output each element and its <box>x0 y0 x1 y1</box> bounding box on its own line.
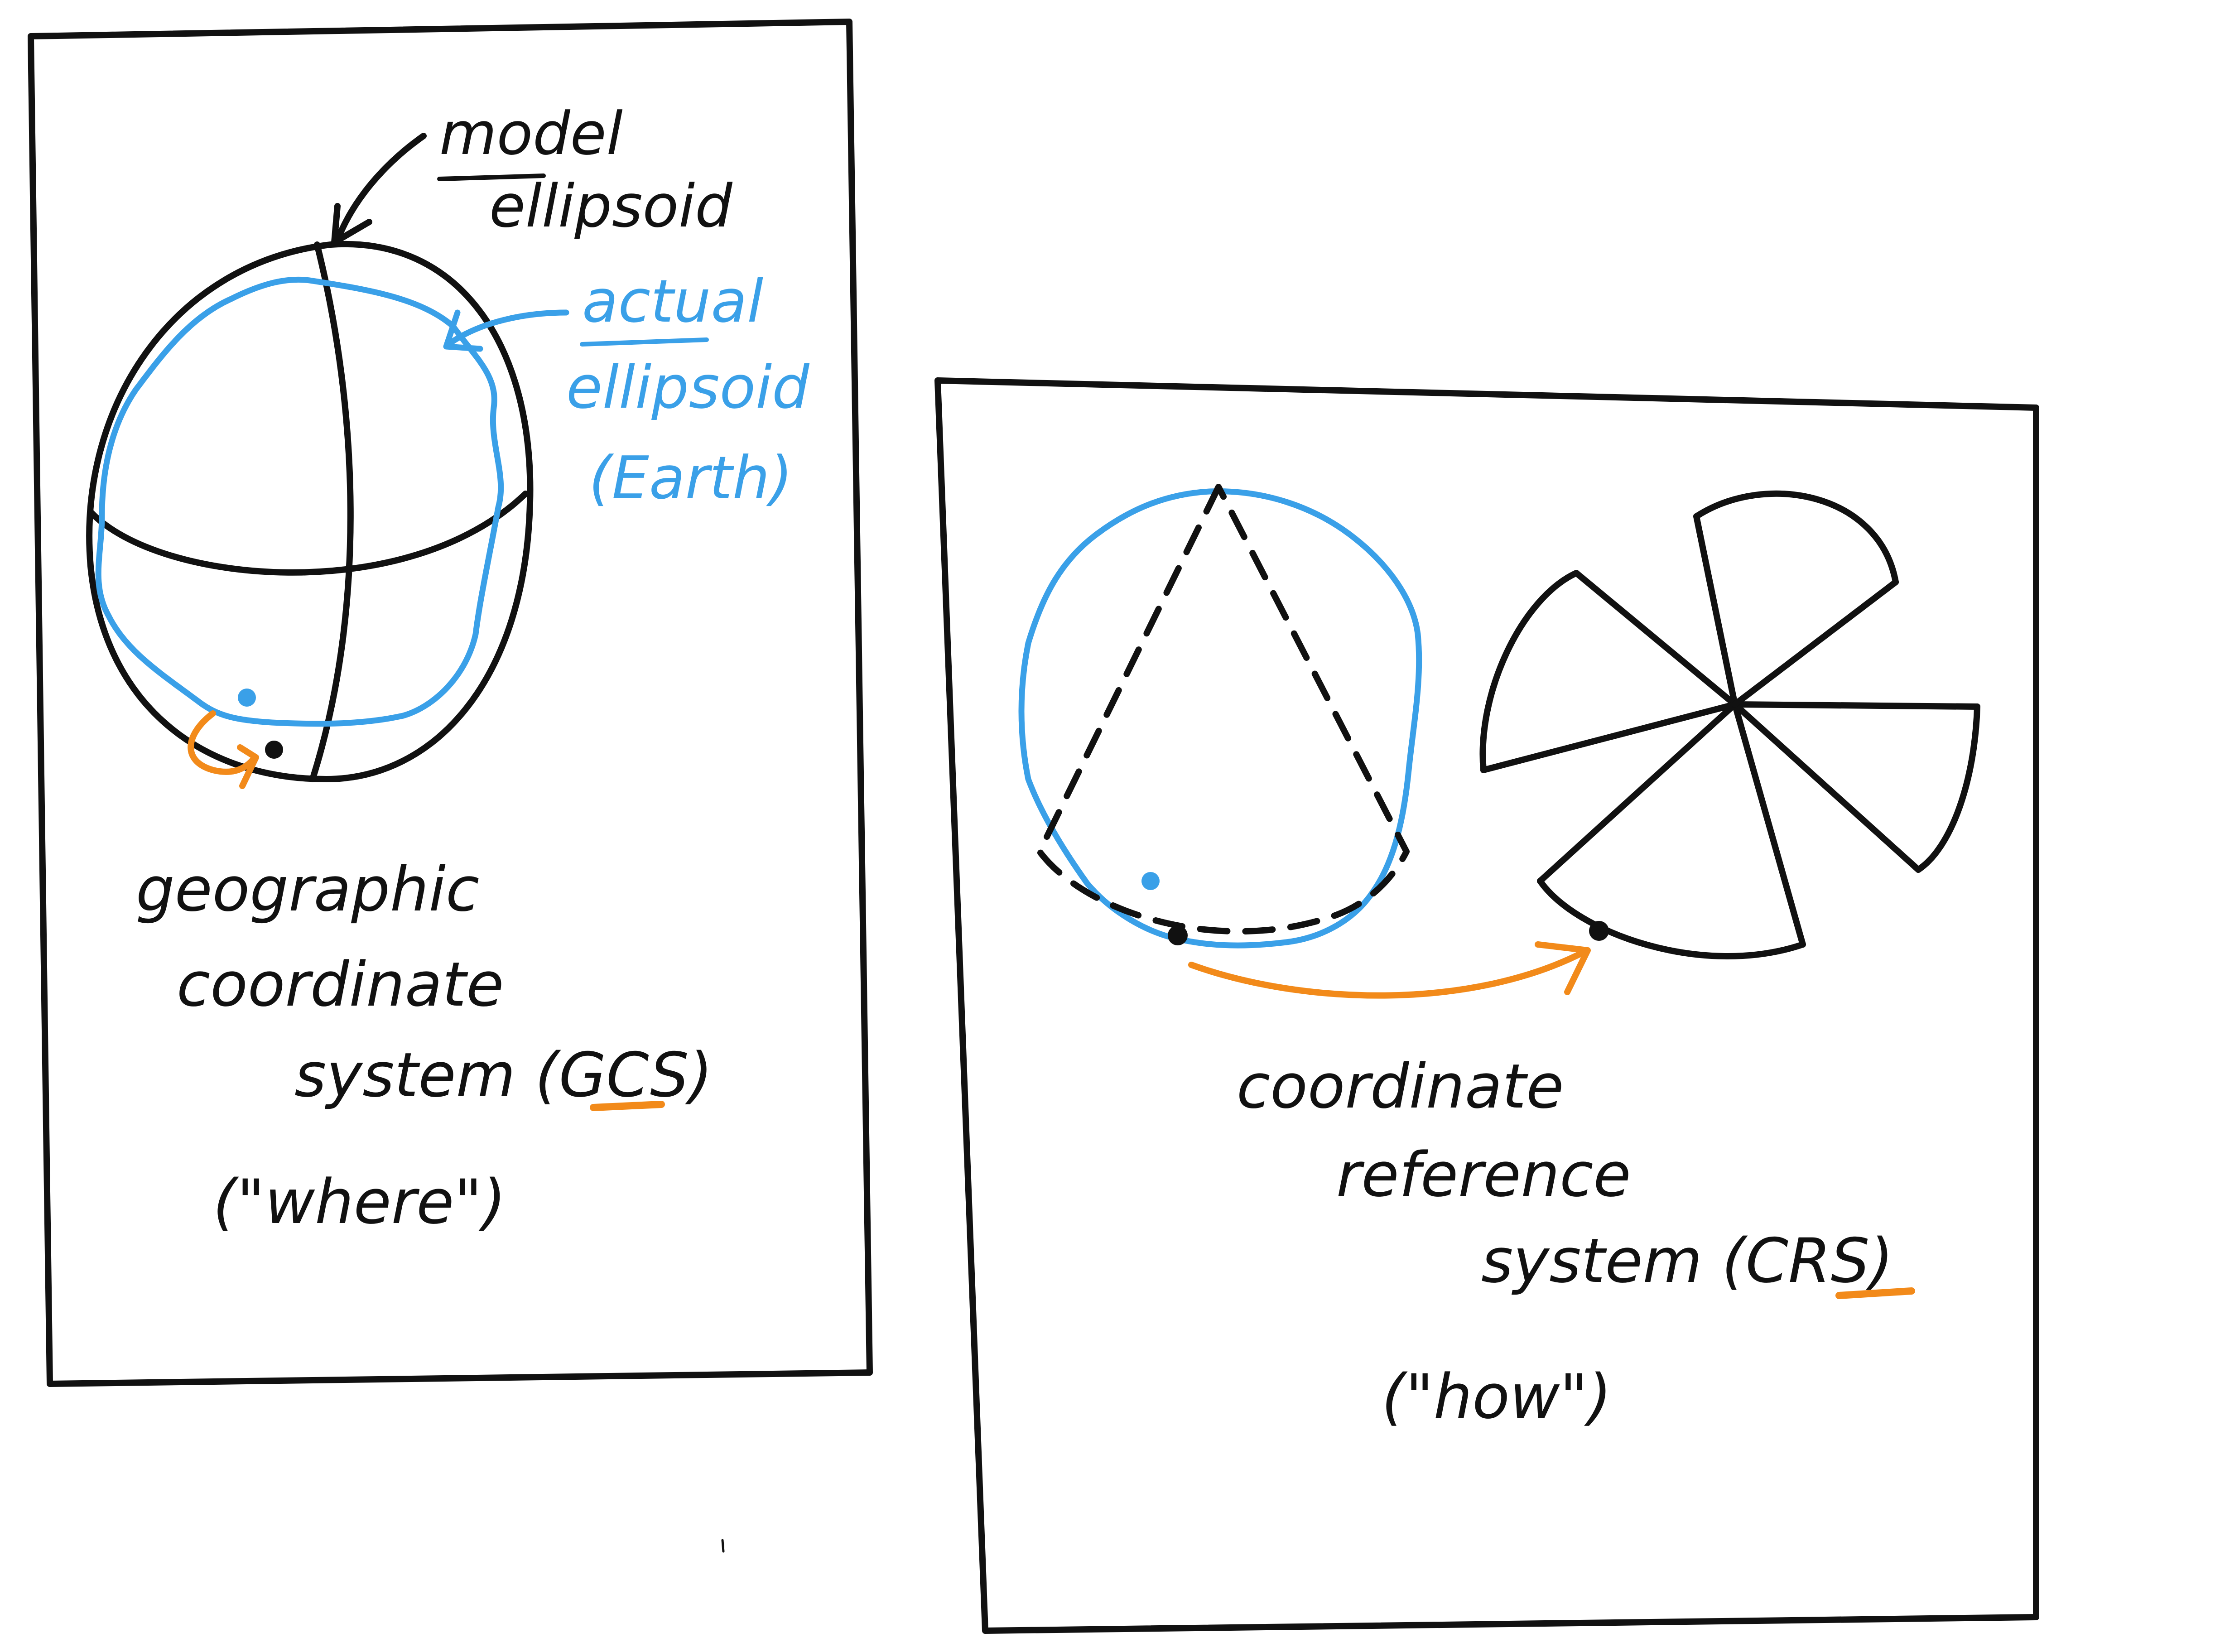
crs-black-point-cone <box>1168 925 1188 945</box>
crs-black-point-pinwheel <box>1589 921 1609 941</box>
gcs-caption-line3: system (GCS) <box>294 1040 713 1111</box>
actual-label-line3: (Earth) <box>589 443 793 512</box>
model-ellipsoid <box>86 241 534 782</box>
crs-caption-line4: ("how") <box>1382 1361 1612 1432</box>
gcs-caption-line4: ("where") <box>213 1166 506 1238</box>
actual-label-line1: actual <box>582 267 763 336</box>
model-point <box>265 741 283 759</box>
projected-pinwheel <box>1479 490 1980 959</box>
crs-panel-frame <box>934 377 2039 1634</box>
stray-mark <box>721 1539 725 1553</box>
gcs-caption-line1: geographic <box>136 854 479 925</box>
actual-point <box>238 689 256 707</box>
projection-cone <box>1036 484 1410 945</box>
actual-ellipsoid <box>95 276 504 727</box>
actual-label-underline <box>580 337 709 347</box>
gcs-caption-line2: coordinate <box>177 949 504 1020</box>
crs-panel: coordinate reference system (CRS) ("how"… <box>934 377 2039 1634</box>
sketch-canvas: model ellipsoid actual ellipsoid (Earth)… <box>28 19 2039 1634</box>
actual-label-line2: ellipsoid <box>566 353 810 422</box>
crs-acronym-underline <box>1835 1287 1915 1299</box>
gcs-acronym-underline <box>590 1101 665 1111</box>
crs-caption-line3: system (CRS) <box>1481 1225 1893 1296</box>
model-pointer-arrow <box>331 133 427 246</box>
model-label-line1: model <box>439 99 623 168</box>
crs-caption-line2: reference <box>1336 1139 1631 1210</box>
crs-blue-point <box>1141 872 1160 890</box>
crs-actual-shape <box>1018 488 1422 949</box>
model-label-line2: ellipsoid <box>489 172 733 241</box>
crs-orange-arrow <box>1188 941 1591 999</box>
crs-caption-line1: coordinate <box>1237 1051 1564 1122</box>
gcs-panel: model ellipsoid actual ellipsoid (Earth)… <box>28 19 873 1387</box>
